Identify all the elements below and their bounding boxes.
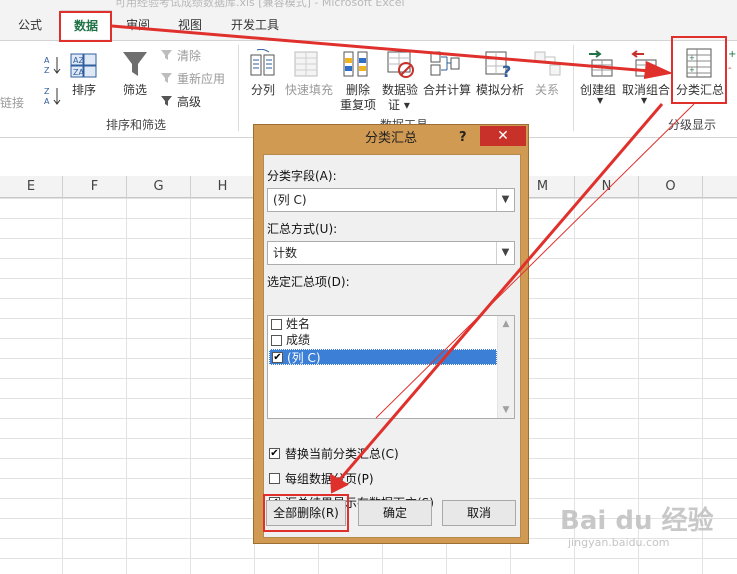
watermark-logo: Bai du 经验 — [560, 506, 714, 536]
watermark-url: jingyan.baidu.com — [568, 536, 670, 549]
annotation-arrows — [111, 24, 695, 494]
baidu-watermark: Bai du 经验 jingyan.baidu.com — [560, 500, 730, 560]
